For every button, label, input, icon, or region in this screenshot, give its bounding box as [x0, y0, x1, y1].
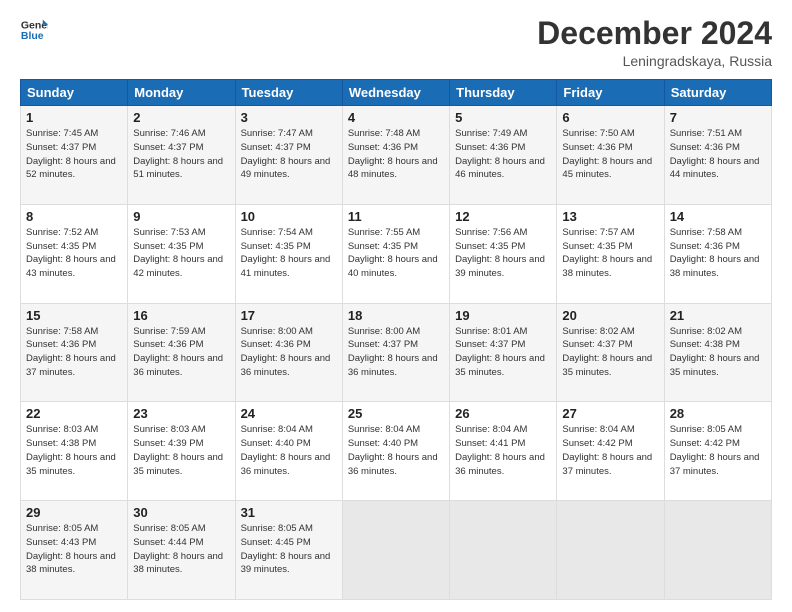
table-row: 13 Sunrise: 7:57 AMSunset: 4:35 PMDaylig…	[557, 204, 664, 303]
table-row: 6 Sunrise: 7:50 AMSunset: 4:36 PMDayligh…	[557, 106, 664, 205]
empty-cell	[557, 501, 664, 600]
col-tuesday: Tuesday	[235, 80, 342, 106]
calendar-header-row: Sunday Monday Tuesday Wednesday Thursday…	[21, 80, 772, 106]
col-wednesday: Wednesday	[342, 80, 449, 106]
col-thursday: Thursday	[450, 80, 557, 106]
header: General Blue December 2024 Leningradskay…	[20, 16, 772, 69]
table-row: 15 Sunrise: 7:58 AMSunset: 4:36 PMDaylig…	[21, 303, 128, 402]
logo: General Blue	[20, 16, 48, 44]
table-row: 28 Sunrise: 8:05 AMSunset: 4:42 PMDaylig…	[664, 402, 771, 501]
logo-icon: General Blue	[20, 16, 48, 44]
table-row: 5 Sunrise: 7:49 AMSunset: 4:36 PMDayligh…	[450, 106, 557, 205]
table-row: 31 Sunrise: 8:05 AMSunset: 4:45 PMDaylig…	[235, 501, 342, 600]
calendar-week-row: 22 Sunrise: 8:03 AMSunset: 4:38 PMDaylig…	[21, 402, 772, 501]
svg-text:Blue: Blue	[21, 30, 44, 42]
table-row: 27 Sunrise: 8:04 AMSunset: 4:42 PMDaylig…	[557, 402, 664, 501]
table-row: 3 Sunrise: 7:47 AMSunset: 4:37 PMDayligh…	[235, 106, 342, 205]
table-row: 30 Sunrise: 8:05 AMSunset: 4:44 PMDaylig…	[128, 501, 235, 600]
main-title: December 2024	[537, 16, 772, 51]
col-saturday: Saturday	[664, 80, 771, 106]
calendar-week-row: 29 Sunrise: 8:05 AMSunset: 4:43 PMDaylig…	[21, 501, 772, 600]
table-row: 22 Sunrise: 8:03 AMSunset: 4:38 PMDaylig…	[21, 402, 128, 501]
empty-cell	[342, 501, 449, 600]
subtitle: Leningradskaya, Russia	[537, 53, 772, 69]
table-row: 12 Sunrise: 7:56 AMSunset: 4:35 PMDaylig…	[450, 204, 557, 303]
table-row: 11 Sunrise: 7:55 AMSunset: 4:35 PMDaylig…	[342, 204, 449, 303]
table-row: 10 Sunrise: 7:54 AMSunset: 4:35 PMDaylig…	[235, 204, 342, 303]
calendar-week-row: 15 Sunrise: 7:58 AMSunset: 4:36 PMDaylig…	[21, 303, 772, 402]
calendar-week-row: 1 Sunrise: 7:45 AMSunset: 4:37 PMDayligh…	[21, 106, 772, 205]
table-row: 29 Sunrise: 8:05 AMSunset: 4:43 PMDaylig…	[21, 501, 128, 600]
table-row: 25 Sunrise: 8:04 AMSunset: 4:40 PMDaylig…	[342, 402, 449, 501]
table-row: 21 Sunrise: 8:02 AMSunset: 4:38 PMDaylig…	[664, 303, 771, 402]
table-row: 19 Sunrise: 8:01 AMSunset: 4:37 PMDaylig…	[450, 303, 557, 402]
table-row: 2 Sunrise: 7:46 AMSunset: 4:37 PMDayligh…	[128, 106, 235, 205]
table-row: 24 Sunrise: 8:04 AMSunset: 4:40 PMDaylig…	[235, 402, 342, 501]
col-sunday: Sunday	[21, 80, 128, 106]
page: General Blue December 2024 Leningradskay…	[0, 0, 792, 612]
table-row: 23 Sunrise: 8:03 AMSunset: 4:39 PMDaylig…	[128, 402, 235, 501]
empty-cell	[450, 501, 557, 600]
table-row: 8 Sunrise: 7:52 AMSunset: 4:35 PMDayligh…	[21, 204, 128, 303]
table-row: 26 Sunrise: 8:04 AMSunset: 4:41 PMDaylig…	[450, 402, 557, 501]
col-monday: Monday	[128, 80, 235, 106]
table-row: 20 Sunrise: 8:02 AMSunset: 4:37 PMDaylig…	[557, 303, 664, 402]
table-row: 7 Sunrise: 7:51 AMSunset: 4:36 PMDayligh…	[664, 106, 771, 205]
table-row: 14 Sunrise: 7:58 AMSunset: 4:36 PMDaylig…	[664, 204, 771, 303]
table-row: 9 Sunrise: 7:53 AMSunset: 4:35 PMDayligh…	[128, 204, 235, 303]
empty-cell	[664, 501, 771, 600]
table-row: 16 Sunrise: 7:59 AMSunset: 4:36 PMDaylig…	[128, 303, 235, 402]
col-friday: Friday	[557, 80, 664, 106]
table-row: 17 Sunrise: 8:00 AMSunset: 4:36 PMDaylig…	[235, 303, 342, 402]
table-row: 4 Sunrise: 7:48 AMSunset: 4:36 PMDayligh…	[342, 106, 449, 205]
table-row: 1 Sunrise: 7:45 AMSunset: 4:37 PMDayligh…	[21, 106, 128, 205]
title-block: December 2024 Leningradskaya, Russia	[537, 16, 772, 69]
calendar-table: Sunday Monday Tuesday Wednesday Thursday…	[20, 79, 772, 600]
table-row: 18 Sunrise: 8:00 AMSunset: 4:37 PMDaylig…	[342, 303, 449, 402]
calendar-week-row: 8 Sunrise: 7:52 AMSunset: 4:35 PMDayligh…	[21, 204, 772, 303]
